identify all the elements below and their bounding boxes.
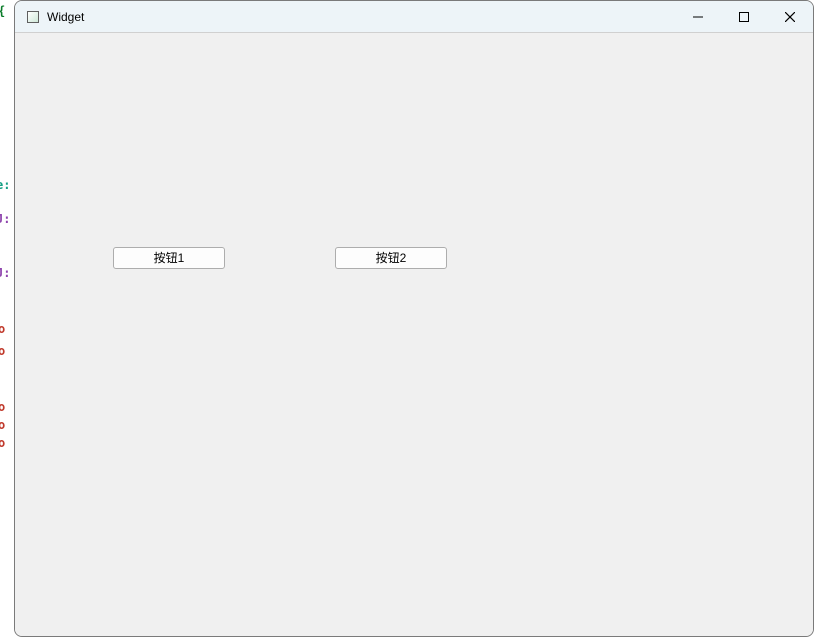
bg-frag: e:: [0, 176, 10, 194]
bg-frag: o: [0, 416, 5, 434]
titlebar[interactable]: Widget: [15, 1, 813, 33]
app-icon: [25, 9, 41, 25]
minimize-button[interactable]: [675, 1, 721, 33]
app-window: Widget 按钮1 按钮2: [14, 0, 814, 637]
close-icon: [785, 12, 795, 22]
bg-frag: o: [0, 320, 5, 338]
bg-frag: {: [0, 2, 5, 20]
button-2[interactable]: 按钮2: [335, 247, 447, 269]
bg-frag: J:: [0, 210, 10, 228]
maximize-button[interactable]: [721, 1, 767, 33]
button-1[interactable]: 按钮1: [113, 247, 225, 269]
minimize-icon: [693, 12, 703, 22]
bg-frag: o: [0, 434, 5, 452]
client-area: 按钮1 按钮2: [15, 33, 813, 636]
bg-frag: o: [0, 398, 5, 416]
bg-frag: o: [0, 342, 5, 360]
maximize-icon: [739, 12, 749, 22]
qt-logo-icon: [27, 11, 39, 23]
window-title: Widget: [47, 10, 84, 24]
close-button[interactable]: [767, 1, 813, 33]
bg-frag: J:: [0, 264, 10, 282]
